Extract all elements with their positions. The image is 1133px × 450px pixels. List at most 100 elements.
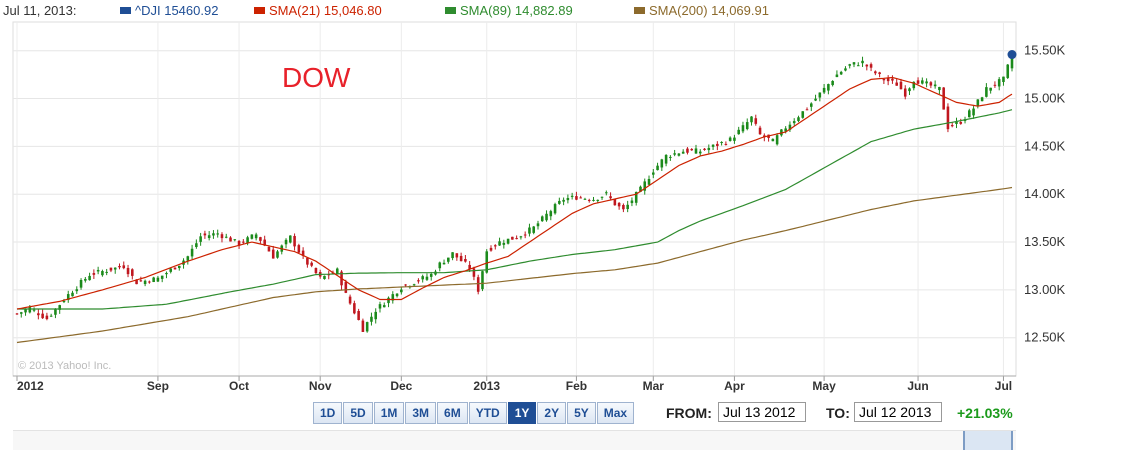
legend-item-sma200: SMA(200) 14,069.91 bbox=[634, 0, 769, 22]
candle-body bbox=[801, 111, 805, 118]
range-button-2y[interactable]: 2Y bbox=[537, 402, 567, 424]
candle-body bbox=[903, 88, 907, 97]
candle-body bbox=[519, 236, 523, 238]
candle-body bbox=[459, 255, 463, 262]
candle-body bbox=[297, 245, 301, 253]
candle-body bbox=[323, 275, 326, 280]
candle-body bbox=[195, 243, 198, 248]
candle-body bbox=[378, 304, 382, 309]
legend-swatch-sma21 bbox=[254, 7, 265, 14]
candle-body bbox=[122, 265, 126, 269]
x-tick-label: Dec bbox=[390, 379, 412, 393]
candle-body bbox=[96, 269, 100, 272]
candle-body bbox=[865, 64, 869, 67]
candle-body bbox=[32, 309, 36, 311]
candle-body bbox=[985, 87, 988, 97]
candle-body bbox=[677, 153, 681, 156]
candle-body bbox=[545, 213, 548, 221]
candle-body bbox=[1002, 76, 1005, 83]
candle-body bbox=[566, 198, 570, 201]
candle-body bbox=[750, 116, 753, 123]
candle-body bbox=[242, 241, 245, 243]
candle-body bbox=[15, 313, 19, 315]
candle-body bbox=[177, 265, 181, 269]
candle-body bbox=[558, 200, 561, 204]
candle-body bbox=[472, 268, 476, 277]
range-button-1y[interactable]: 1Y bbox=[507, 402, 537, 424]
candle-body bbox=[882, 78, 886, 81]
candle-body bbox=[481, 271, 484, 290]
candle-body bbox=[848, 64, 852, 66]
candle-body bbox=[622, 204, 625, 210]
candle-body bbox=[19, 312, 23, 314]
candle-body bbox=[259, 237, 262, 241]
candle-body bbox=[737, 129, 740, 135]
candle-body bbox=[797, 117, 800, 122]
candle-body bbox=[878, 72, 881, 75]
candle-body bbox=[156, 277, 160, 282]
percent-change: +21.03% bbox=[957, 405, 1013, 421]
candle-body bbox=[438, 262, 442, 269]
range-button-5d[interactable]: 5D bbox=[343, 402, 373, 424]
y-tick-label: 13.50K bbox=[1024, 234, 1066, 249]
range-selector: 1D 5D 1M 3M 6M YTD 1Y 2Y 5Y Max bbox=[313, 402, 635, 424]
candle-body bbox=[476, 277, 480, 292]
candle-body bbox=[686, 148, 689, 153]
navigator-window-handle[interactable] bbox=[963, 431, 1013, 450]
candle-body bbox=[421, 276, 424, 280]
range-button-ytd[interactable]: YTD bbox=[468, 402, 507, 424]
candle-body bbox=[506, 238, 510, 244]
candle-body bbox=[856, 65, 860, 67]
candle-body bbox=[382, 305, 386, 308]
candle-body bbox=[152, 277, 155, 283]
range-button-6m[interactable]: 6M bbox=[437, 402, 468, 424]
y-tick-label: 14.50K bbox=[1024, 138, 1066, 153]
from-date-input[interactable] bbox=[718, 402, 806, 422]
candle-body bbox=[498, 241, 501, 246]
candle-body bbox=[758, 127, 762, 135]
range-button-max[interactable]: Max bbox=[596, 402, 635, 424]
candle-body bbox=[968, 110, 971, 118]
candle-body bbox=[630, 200, 634, 204]
candle-body bbox=[276, 251, 279, 258]
x-axis: 2012 Sep Oct Nov Dec 2013 Feb Mar Apr May Jun Jul bbox=[13, 375, 1016, 393]
candle-body bbox=[493, 245, 497, 247]
range-button-5y[interactable]: 5Y bbox=[567, 402, 596, 424]
chart-legend: Jul 11, 2013: ^DJI 15460.92 SMA(21) 15,0… bbox=[0, 0, 1133, 22]
candle-body bbox=[374, 311, 377, 320]
range-button-1m[interactable]: 1M bbox=[373, 402, 405, 424]
x-tick-label: 2013 bbox=[473, 379, 500, 393]
x-tick-label: May bbox=[812, 379, 836, 393]
candle-body bbox=[583, 198, 587, 200]
candle-body bbox=[997, 79, 1001, 87]
candle-body bbox=[109, 267, 113, 271]
candle-body bbox=[447, 257, 450, 262]
candle-body bbox=[186, 256, 190, 261]
candle-body bbox=[464, 258, 467, 262]
candle-body bbox=[976, 99, 980, 107]
candle-body bbox=[118, 265, 121, 268]
candle-body bbox=[835, 74, 839, 78]
candle-body bbox=[950, 125, 954, 127]
legend-label-sma21: SMA(21) 15,046.80 bbox=[269, 3, 382, 18]
range-button-3m[interactable]: 3M bbox=[405, 402, 437, 424]
candle-body bbox=[570, 195, 574, 197]
to-label: TO: bbox=[826, 405, 850, 421]
candle-body bbox=[199, 236, 202, 242]
candle-body bbox=[489, 247, 493, 251]
candle-body bbox=[852, 62, 856, 65]
candle-body bbox=[562, 199, 565, 202]
range-navigator[interactable] bbox=[13, 430, 1016, 450]
candle-body bbox=[190, 248, 194, 257]
candle-body bbox=[660, 159, 664, 168]
candle-body bbox=[818, 92, 822, 98]
candle-body bbox=[716, 143, 719, 146]
candle-body bbox=[775, 135, 779, 145]
range-button-1d[interactable]: 1D bbox=[313, 402, 343, 424]
candle-body bbox=[831, 80, 834, 86]
to-date-input[interactable] bbox=[854, 402, 942, 422]
candle-body bbox=[942, 87, 945, 110]
candle-body bbox=[207, 235, 211, 239]
candle-body bbox=[523, 234, 527, 236]
candle-body bbox=[62, 300, 66, 303]
